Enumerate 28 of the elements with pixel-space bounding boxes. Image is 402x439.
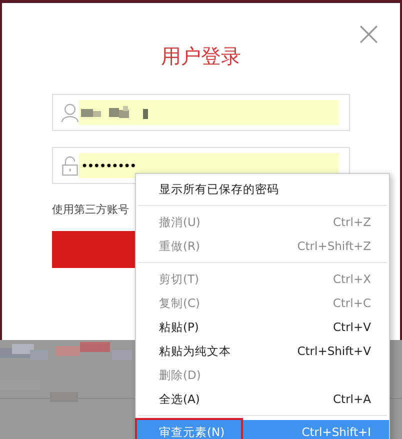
menu-item-label: 显示所有已保存的密码 [159,182,279,196]
shortcut-label: Ctrl+Shift+Z [297,239,371,253]
menu-item-label: 删除(D) [159,368,201,382]
shortcut-label: Ctrl+Shift+I [302,425,371,439]
shortcut-label: Ctrl+X [333,272,371,286]
shortcut-label: Ctrl+Shift+V [297,344,371,358]
shortcut-label: Ctrl+Z [333,215,371,229]
menu-item-label: 剪切(T) [159,272,199,286]
lock-icon [61,156,79,176]
menu-item[interactable]: 粘贴(P) Ctrl+V [136,315,389,339]
username-field[interactable] [52,94,350,131]
third-party-label: 使用第三方账号 [52,202,129,217]
menu-item[interactable]: 全选(A) Ctrl+A [136,387,389,411]
menu-item-label: 复制(C) [159,296,200,310]
menu-item-label: 粘贴为纯文本 [159,344,231,358]
menu-item-label: 粘贴(P) [159,320,199,334]
close-button[interactable]: × [354,19,383,49]
menu-item-label: 重做(R) [159,238,200,254]
menu-item-label: 审查元素(N) [159,424,225,439]
shortcut-label: Ctrl+C [332,296,371,310]
menu-item-label: 撤消(U) [159,214,200,230]
user-icon [61,102,79,122]
shortcut-label: Ctrl+V [333,320,371,334]
menu-item-label: 全选(A) [159,392,200,406]
menu-item[interactable]: 审查元素(N) Ctrl+Shift+I [136,420,389,439]
shortcut-label: Ctrl+A [333,392,371,406]
menu-item[interactable]: 粘贴为纯文本 Ctrl+Shift+V [136,339,389,363]
dialog-title: 用户登录 [160,43,242,70]
